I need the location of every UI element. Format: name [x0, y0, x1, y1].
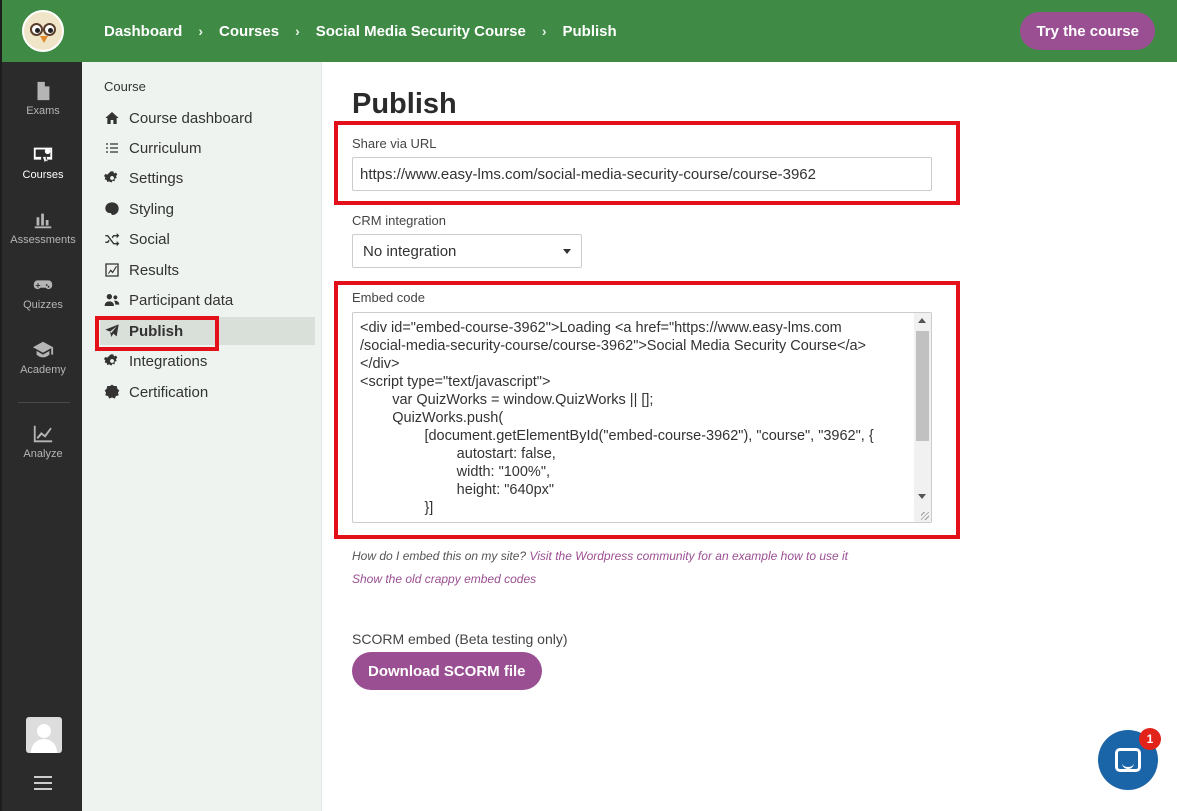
paper-plane-icon — [105, 324, 119, 337]
graduation-cap-icon — [32, 341, 54, 357]
chart-icon — [105, 263, 119, 277]
resize-handle-icon[interactable] — [921, 512, 929, 520]
chat-bubble-icon — [1115, 748, 1141, 772]
breadcrumb-courses[interactable]: Courses — [219, 23, 279, 40]
subnav-label: Certification — [129, 383, 209, 401]
subnav-item-social[interactable]: Social — [100, 225, 315, 253]
users-icon — [104, 294, 120, 306]
rail-divider — [18, 402, 70, 403]
subnav-title: Course — [104, 79, 146, 94]
shuffle-icon — [105, 233, 120, 247]
embed-help-text: How do I embed this on my site? Visit th… — [352, 549, 848, 563]
owl-logo[interactable] — [2, 0, 84, 62]
chevron-right-icon: › — [541, 23, 547, 39]
list-icon — [106, 143, 118, 153]
chat-unread-badge: 1 — [1139, 728, 1161, 750]
subnav-item-certification[interactable]: Certification — [100, 378, 315, 406]
rail-item-analyze[interactable]: Analyze — [2, 413, 84, 469]
embed-code-label: Embed code — [352, 290, 425, 305]
rail-label: Analyze — [23, 447, 63, 460]
subnav-label: Social — [129, 230, 170, 248]
chevron-right-icon: › — [295, 23, 300, 39]
chevron-right-icon: › — [198, 23, 204, 39]
embed-help-prefix: How do I embed this on my site? — [352, 549, 527, 563]
breadcrumb: Dashboard › Courses › Social Media Secur… — [104, 0, 617, 62]
home-icon — [105, 112, 119, 124]
breadcrumb-dashboard[interactable]: Dashboard — [104, 23, 182, 40]
line-chart-icon — [33, 425, 53, 442]
gear-icon — [104, 354, 118, 366]
bar-chart-icon — [34, 213, 52, 228]
subnav-label: Integrations — [129, 352, 208, 370]
breadcrumb-publish: Publish — [562, 22, 617, 40]
share-url-label: Share via URL — [352, 136, 437, 151]
document-icon — [37, 81, 50, 100]
rail-item-assessments[interactable]: Assessments — [2, 199, 84, 255]
rail-label: Exams — [26, 104, 60, 117]
caret-down-icon — [563, 248, 571, 254]
share-url-input[interactable] — [352, 157, 932, 191]
subnav-item-results[interactable]: Results — [100, 256, 315, 284]
subnav-label: Publish — [129, 322, 184, 340]
subnav-item-participant-data[interactable]: Participant data — [100, 286, 315, 314]
gear-icon — [104, 171, 118, 183]
try-course-button[interactable]: Try the course — [1020, 12, 1155, 50]
subnav-item-course-dashboard[interactable]: Course dashboard — [100, 104, 315, 132]
download-scorm-button[interactable]: Download SCORM file — [352, 652, 542, 690]
subnav-label: Results — [129, 261, 180, 279]
subnav-label: Participant data — [129, 291, 234, 309]
course-subnav: Course Course dashboard Curriculum Setti… — [82, 62, 322, 811]
wordpress-community-link[interactable]: Visit the Wordpress community for an exa… — [529, 549, 848, 563]
subnav-item-publish[interactable]: Publish — [100, 317, 315, 345]
breadcrumb-course[interactable]: Social Media Security Course — [316, 23, 526, 40]
badge-icon — [104, 384, 120, 399]
scroll-down-arrow-icon[interactable] — [918, 494, 926, 499]
crm-integration-label: CRM integration — [352, 213, 446, 228]
certificate-icon — [33, 147, 53, 162]
palette-icon — [105, 202, 119, 215]
rail-item-courses[interactable]: Courses — [2, 134, 84, 190]
left-rail: Exams Courses Assessments Quizzes Academ… — [0, 0, 84, 811]
rail-item-academy[interactable]: Academy — [2, 329, 84, 385]
crm-integration-value: No integration — [363, 242, 457, 260]
top-bar: Dashboard › Courses › Social Media Secur… — [82, 0, 1177, 62]
subnav-item-integrations[interactable]: Integrations — [100, 347, 315, 375]
rail-label: Quizzes — [23, 298, 63, 311]
scroll-up-arrow-icon[interactable] — [918, 318, 926, 323]
subnav-item-styling[interactable]: Styling — [100, 195, 315, 223]
avatar[interactable] — [26, 717, 62, 753]
old-embed-codes-link[interactable]: Show the old crappy embed codes — [352, 572, 536, 586]
subnav-item-curriculum[interactable]: Curriculum — [100, 134, 315, 162]
rail-label: Academy — [20, 363, 66, 376]
hamburger-menu-icon[interactable] — [34, 776, 52, 794]
scrollbar-thumb[interactable] — [916, 331, 929, 441]
page-title: Publish — [352, 88, 457, 120]
owl-icon — [22, 10, 64, 52]
rail-label: Assessments — [10, 233, 76, 246]
subnav-label: Styling — [129, 200, 175, 218]
embed-code-text: <div id="embed-course-3962">Loading <a h… — [360, 320, 874, 516]
scorm-embed-label: SCORM embed (Beta testing only) — [352, 631, 568, 647]
rail-item-exams[interactable]: Exams — [2, 70, 84, 126]
embed-scrollbar[interactable] — [914, 313, 931, 522]
subnav-label: Course dashboard — [129, 109, 253, 127]
rail-label: Courses — [22, 168, 64, 181]
subnav-item-settings[interactable]: Settings — [100, 164, 315, 192]
embed-code-textarea[interactable]: <div id="embed-course-3962">Loading <a h… — [352, 312, 932, 523]
subnav-label: Curriculum — [129, 139, 202, 157]
subnav-label: Settings — [129, 169, 184, 187]
rail-item-quizzes[interactable]: Quizzes — [2, 264, 84, 320]
crm-integration-select[interactable]: No integration — [352, 234, 582, 268]
gamepad-icon — [33, 279, 53, 289]
